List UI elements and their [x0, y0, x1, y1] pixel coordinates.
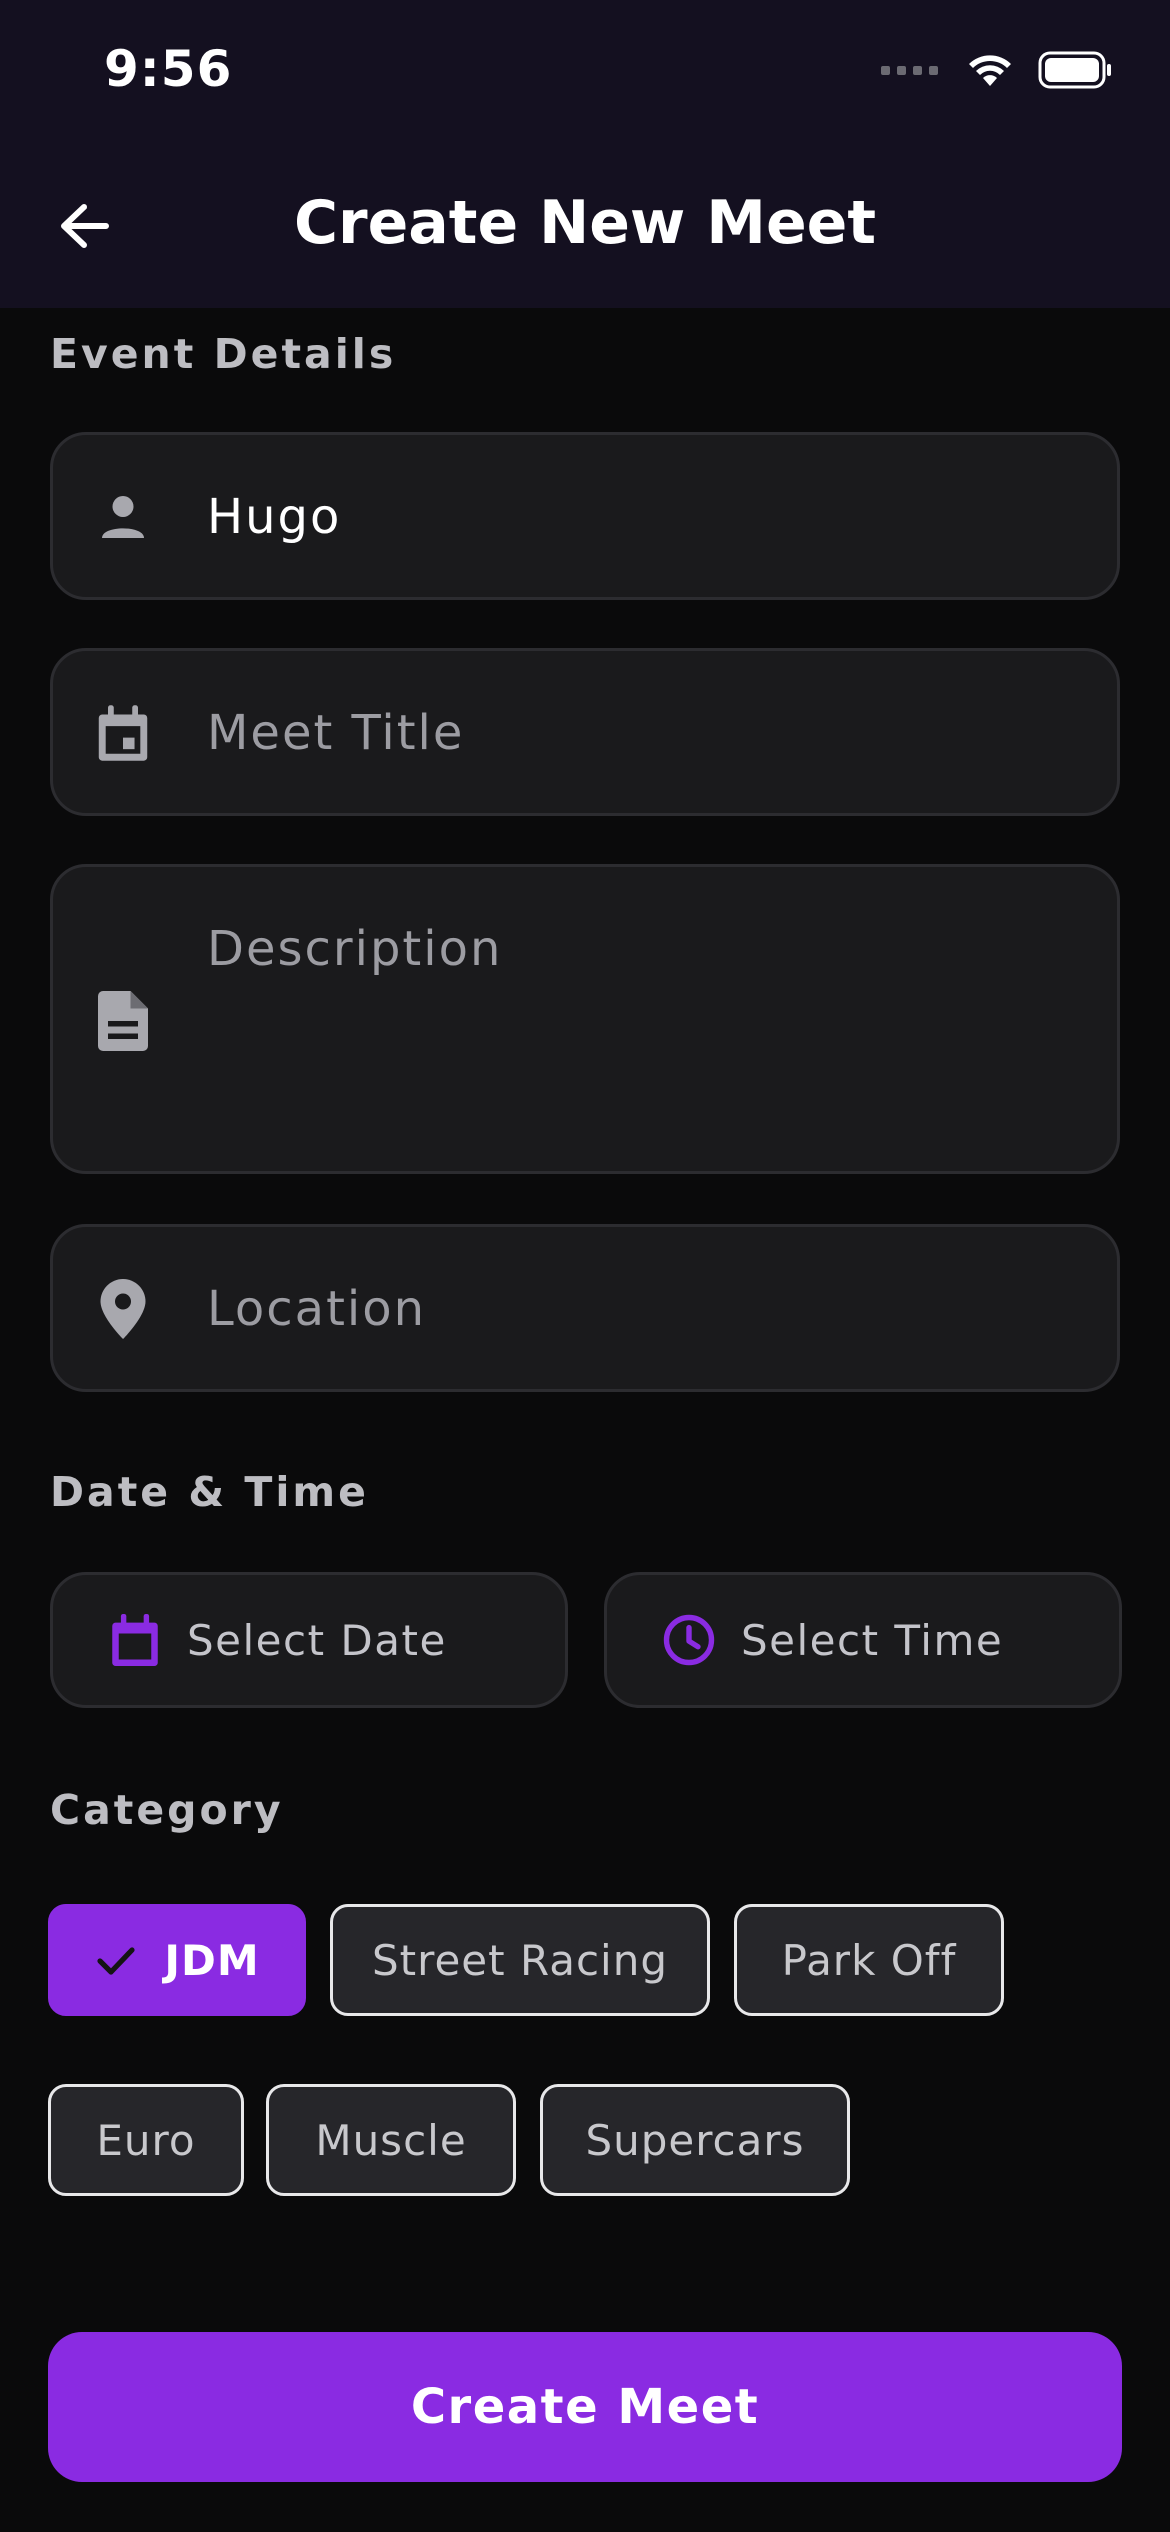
section-label-event-details: Event Details: [50, 330, 397, 378]
page-title: Create New Meet: [293, 188, 877, 258]
top-bar: 9:56 Create New Meet: [0, 0, 1170, 308]
create-meet-button[interactable]: Create Meet: [48, 2332, 1122, 2482]
chip-label: Euro: [96, 2115, 196, 2165]
document-icon: [93, 991, 153, 1051]
category-chip-jdm[interactable]: JDM: [48, 1904, 306, 2016]
chip-label: Muscle: [315, 2115, 467, 2165]
location-field[interactable]: Location: [50, 1224, 1120, 1392]
description-field[interactable]: Description: [50, 864, 1120, 1174]
meet-title-field[interactable]: Meet Title: [50, 648, 1120, 816]
location-placeholder: Location: [207, 1281, 427, 1337]
category-chip-supercars[interactable]: Supercars: [540, 2084, 850, 2196]
category-chip-park-off[interactable]: Park Off: [734, 1904, 1004, 2016]
chip-label: Street Racing: [371, 1935, 668, 1985]
cellular-signal-icon: [881, 65, 938, 75]
select-date-label: Select Date: [187, 1615, 447, 1665]
category-chip-street-racing[interactable]: Street Racing: [330, 1904, 710, 2016]
name-field-value: Hugo: [207, 489, 342, 545]
description-placeholder: Description: [207, 921, 503, 977]
section-label-date-time: Date & Time: [50, 1468, 369, 1516]
select-time-button[interactable]: Select Time: [604, 1572, 1122, 1708]
check-icon: [94, 1938, 138, 1982]
wifi-icon: [969, 55, 1011, 86]
calendar-event-icon: [93, 703, 153, 763]
category-chip-muscle[interactable]: Muscle: [266, 2084, 516, 2196]
battery-icon: [1038, 51, 1111, 89]
person-icon: [93, 487, 153, 547]
name-field[interactable]: Hugo: [50, 432, 1120, 600]
chip-label: Supercars: [585, 2115, 805, 2165]
status-icons: [881, 50, 1114, 90]
chip-label: JDM: [164, 1935, 260, 1985]
clock-icon: [659, 1610, 719, 1670]
category-chip-euro[interactable]: Euro: [48, 2084, 244, 2196]
status-time: 9:56: [104, 40, 233, 98]
location-pin-icon: [93, 1279, 153, 1339]
chip-label: Park Off: [781, 1935, 957, 1985]
section-label-category: Category: [50, 1786, 284, 1834]
meet-title-placeholder: Meet Title: [207, 705, 465, 761]
select-time-label: Select Time: [741, 1615, 1004, 1665]
calendar-icon: [105, 1610, 165, 1670]
select-date-button[interactable]: Select Date: [50, 1572, 568, 1708]
